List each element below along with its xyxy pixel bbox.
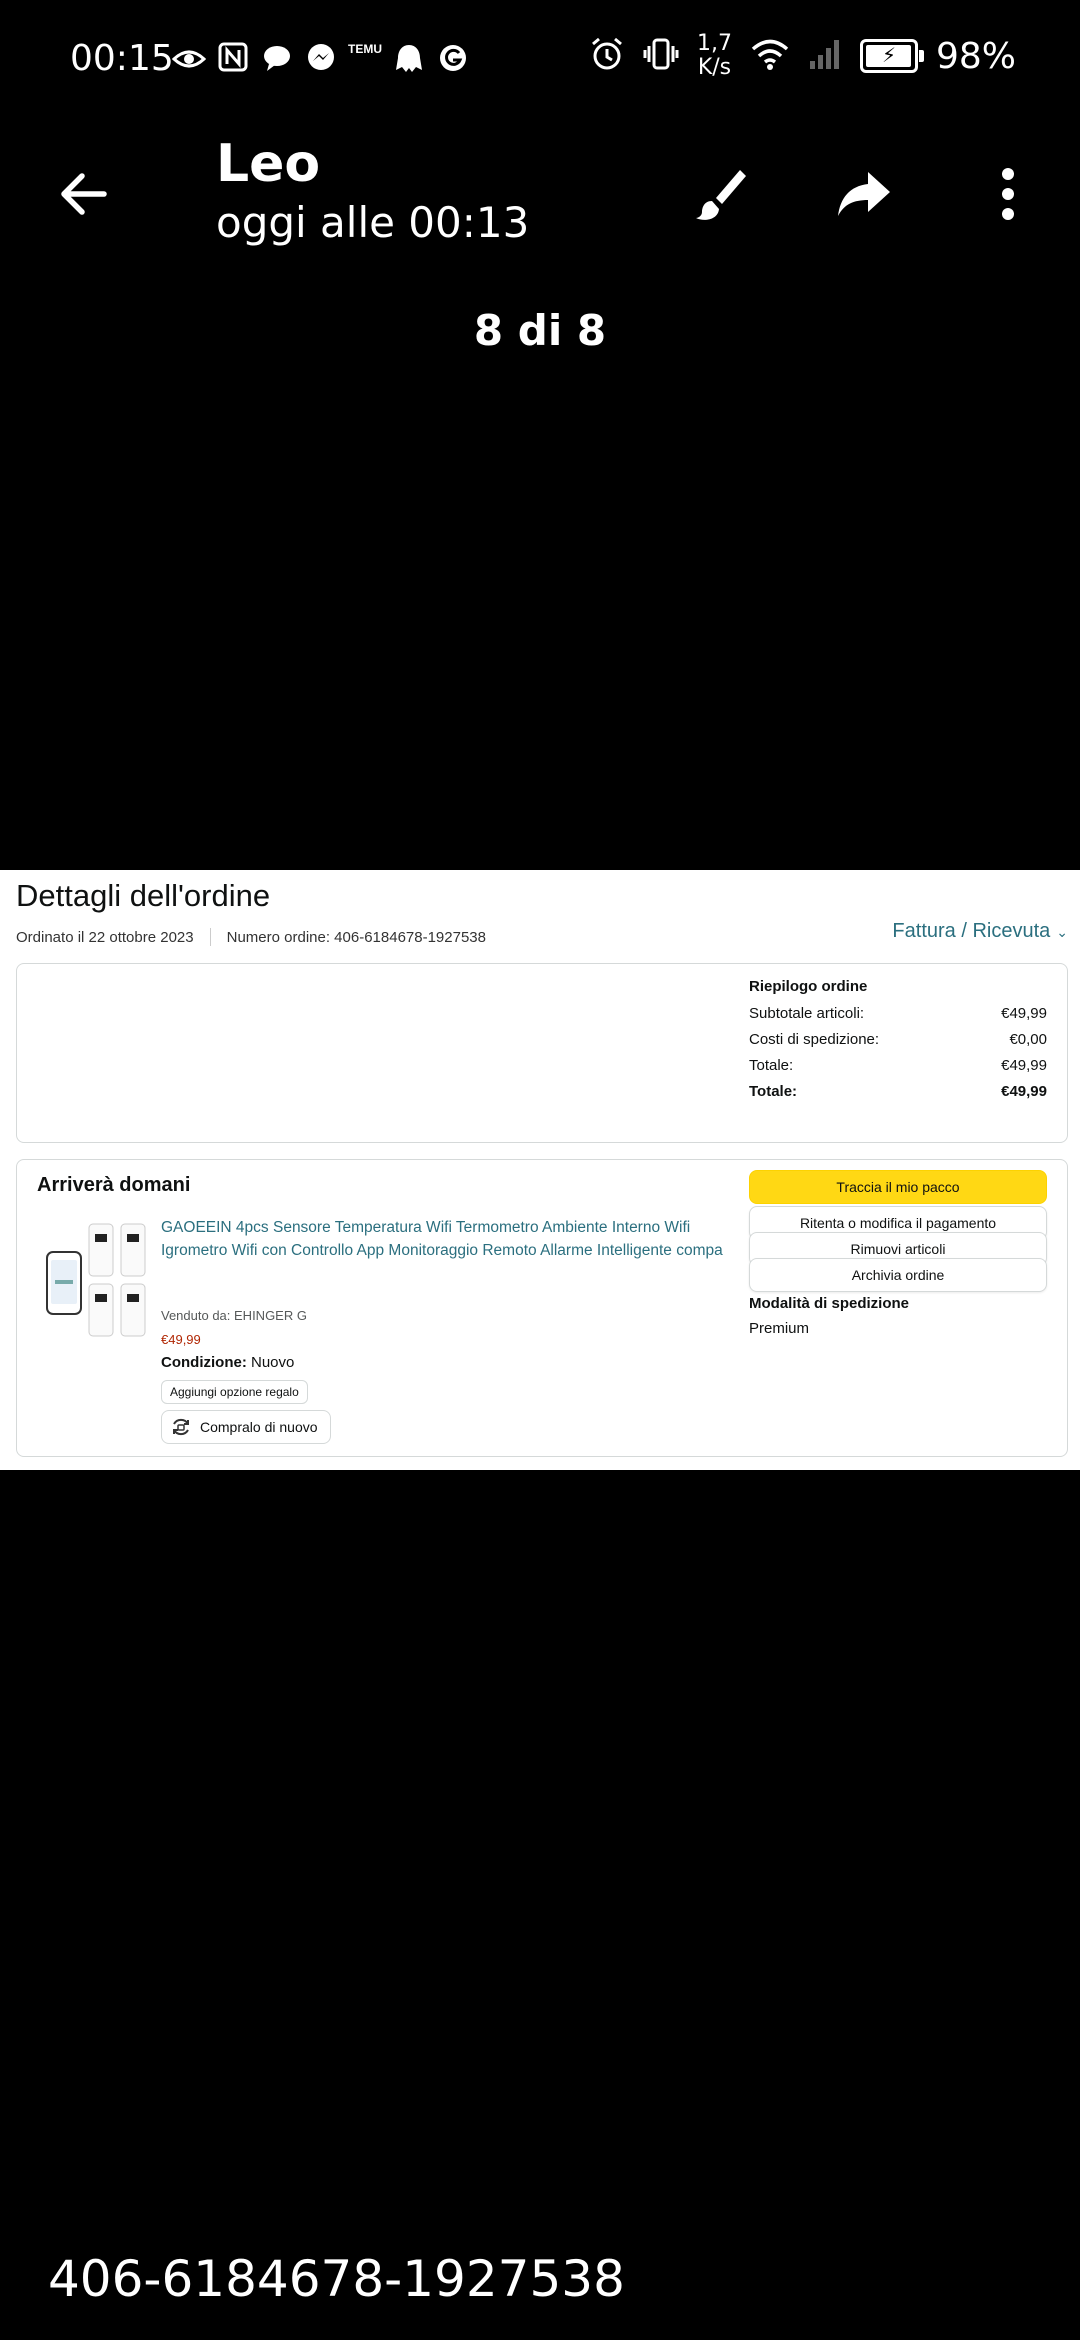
- vibrate-icon: [643, 36, 679, 77]
- sender-name: Leo: [216, 134, 321, 194]
- eye-icon: [171, 42, 207, 76]
- order-details-image[interactable]: Dettagli dell'ordine Ordinato il 22 otto…: [0, 870, 1080, 1470]
- product-condition: Condizione: Nuovo: [161, 1354, 294, 1371]
- chat-bubble-icon: [260, 42, 294, 76]
- temu-icon: TEMU: [348, 42, 382, 76]
- message-time: oggi alle 00:13: [216, 198, 530, 247]
- summary-value: €0,00: [1009, 1031, 1047, 1048]
- shipment-card: Arriverà domani GAOEEIN 4pcs Sensore Tem…: [16, 1159, 1068, 1457]
- chevron-down-icon: ⌄: [1056, 924, 1068, 940]
- messenger-icon: [304, 42, 338, 76]
- order-meta: Ordinato il 22 ottobre 2023 Numero ordin…: [16, 928, 486, 946]
- summary-row-total: Totale: €49,99: [749, 1079, 1047, 1105]
- image-counter: 8 di 8: [473, 306, 607, 355]
- seller-info: Venduto da: EHINGER G: [161, 1308, 307, 1323]
- temu-label: TEMU: [348, 42, 382, 56]
- archive-order-button[interactable]: Archivia ordine: [749, 1258, 1047, 1292]
- battery-percent: 98%: [935, 35, 1016, 77]
- buy-again-icon: [173, 1418, 189, 1436]
- system-icons: 1,7 K/s ⚡ 98%: [589, 32, 1016, 80]
- buy-again-label: Compralo di nuovo: [200, 1419, 318, 1435]
- condition-label: Condizione:: [161, 1354, 247, 1371]
- order-date: Ordinato il 22 ottobre 2023: [16, 928, 194, 946]
- status-time: 00:15: [70, 38, 174, 79]
- order-summary-card: Riepilogo ordine Subtotale articoli: €49…: [16, 963, 1068, 1143]
- condition-value: Nuovo: [251, 1354, 295, 1371]
- battery-icon: ⚡: [859, 39, 924, 73]
- image-caption: 406-6184678-1927538: [48, 2250, 625, 2308]
- order-number: Numero ordine: 406-6184678-1927538: [226, 928, 486, 946]
- signal-icon: [808, 37, 842, 76]
- top-app-bar: Leo oggi alle 00:13: [0, 120, 1080, 260]
- summary-row: Costi di spedizione: €0,00: [749, 1027, 1047, 1053]
- shipping-method-value: Premium: [749, 1320, 810, 1337]
- network-speed: 1,7 K/s: [697, 32, 732, 80]
- delivery-status: Arriverà domani: [37, 1174, 191, 1196]
- summary-label: Subtotale articoli:: [749, 1005, 865, 1022]
- wifi-icon: [750, 37, 790, 76]
- summary-value: €49,99: [1001, 1083, 1047, 1100]
- order-summary: Riepilogo ordine Subtotale articoli: €49…: [749, 978, 1047, 1105]
- product-price: €49,99: [161, 1332, 201, 1347]
- notification-icons: TEMU: [171, 42, 470, 76]
- invoice-label: Fattura / Ricevuta: [892, 920, 1051, 942]
- share-button[interactable]: [828, 158, 900, 230]
- network-speed-value: 1,7: [696, 31, 732, 56]
- summary-label: Costi di spedizione:: [749, 1031, 880, 1048]
- share-icon: [838, 172, 890, 216]
- network-speed-unit: K/s: [697, 55, 732, 80]
- product-image[interactable]: [45, 1220, 155, 1350]
- g-icon: [436, 42, 470, 76]
- more-vert-icon: [1002, 168, 1014, 220]
- brush-icon: [696, 170, 746, 220]
- invoice-link[interactable]: Fattura / Ricevuta ⌄: [892, 920, 1068, 943]
- summary-value: €49,99: [1001, 1005, 1047, 1022]
- summary-value: €49,99: [1001, 1057, 1047, 1074]
- summary-heading: Riepilogo ordine: [749, 978, 868, 995]
- summary-row: Totale: €49,99: [749, 1053, 1047, 1079]
- status-bar: 00:15 TEMU 1,7 K/s ⚡ 98%: [0, 0, 1080, 120]
- alarm-icon: [589, 36, 625, 77]
- edit-button[interactable]: [684, 158, 756, 230]
- shipping-method-heading: Modalità di spedizione: [749, 1295, 910, 1312]
- add-gift-option-button[interactable]: Aggiungi opzione regalo: [161, 1380, 308, 1404]
- page-title: Dettagli dell'ordine: [16, 878, 271, 913]
- back-button[interactable]: [48, 158, 120, 230]
- summary-label: Totale:: [749, 1057, 794, 1074]
- nfc-icon: [216, 42, 250, 76]
- buy-again-button[interactable]: Compralo di nuovo: [161, 1410, 331, 1444]
- ghost-icon: [392, 42, 426, 76]
- divider: [209, 928, 211, 946]
- more-options-button[interactable]: [972, 158, 1044, 230]
- track-package-button[interactable]: Traccia il mio pacco: [749, 1170, 1047, 1204]
- arrow-back-icon: [61, 173, 107, 215]
- summary-row: Subtotale articoli: €49,99: [749, 1001, 1047, 1027]
- product-title-link[interactable]: GAOEEIN 4pcs Sensore Temperatura Wifi Te…: [161, 1216, 731, 1262]
- summary-label: Totale:: [749, 1083, 798, 1100]
